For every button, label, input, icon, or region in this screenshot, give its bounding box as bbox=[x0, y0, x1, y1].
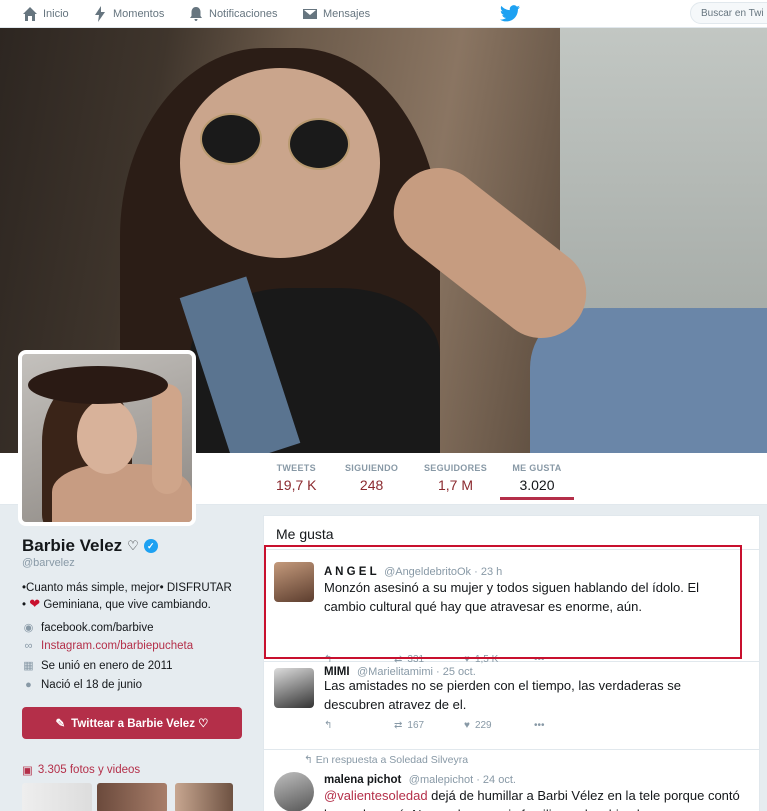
profile-location-text: facebook.com/barbive bbox=[41, 621, 154, 634]
bio-line-2: • ❤ Geminiana, que vive cambiando. bbox=[22, 596, 247, 613]
stat-likes-value: 3.020 bbox=[519, 477, 555, 493]
tweet-text: Las amistades no se pierden con el tiemp… bbox=[324, 678, 681, 712]
more-dots-icon: ••• bbox=[534, 720, 545, 731]
tweet-author-handle[interactable]: @malepichot · 24 oct. bbox=[409, 774, 516, 786]
tweet[interactable]: ↰ En respuesta a Soledad Silveyra malena… bbox=[264, 750, 759, 811]
profile-joined-text: Se unió en enero de 2011 bbox=[41, 659, 173, 672]
nav-messages[interactable]: Mensajes bbox=[302, 0, 370, 28]
bell-icon bbox=[190, 7, 202, 21]
nav-notifications[interactable]: Notificaciones bbox=[188, 0, 277, 28]
reply-context-text: En respuesta a Soledad Silveyra bbox=[315, 754, 469, 766]
tweet-mention[interactable]: @valientesoledad bbox=[324, 788, 428, 803]
profile-website-link[interactable]: Instagram.com/barbiepucheta bbox=[41, 640, 193, 652]
home-icon bbox=[23, 7, 37, 21]
stat-following[interactable]: SIGUIENDO 248 bbox=[345, 463, 398, 493]
search-input[interactable]: Buscar en Twi bbox=[690, 2, 767, 24]
nav-home-label: Inicio bbox=[43, 8, 69, 20]
reply-arrow-icon: ↰ bbox=[304, 754, 313, 766]
sunglasses-right-lens bbox=[288, 118, 350, 170]
stat-followers-label: SEGUIDORES bbox=[424, 463, 488, 473]
heart-icon: ♥ bbox=[464, 720, 470, 731]
stat-tweets-label: TWEETS bbox=[276, 463, 316, 473]
highlight-box bbox=[264, 545, 742, 659]
reply-button[interactable]: ↰ bbox=[324, 720, 394, 731]
avatar-hat bbox=[28, 366, 168, 404]
tweet-avatar[interactable] bbox=[274, 772, 314, 811]
bio-line-2-text: Geminiana, que vive cambiando. bbox=[40, 599, 211, 611]
photos-videos-label: 3.305 fotos y videos bbox=[37, 764, 141, 776]
compose-tweet-icon: ✎ bbox=[55, 718, 66, 730]
nav-messages-label: Mensajes bbox=[323, 8, 371, 20]
avatar-face bbox=[77, 399, 137, 474]
stat-followers-value: 1,7 M bbox=[438, 477, 474, 493]
profile-birthday-text: Nació el 18 de junio bbox=[41, 679, 143, 691]
header-photo-face bbox=[180, 68, 380, 258]
link-icon: ∞ bbox=[24, 640, 33, 652]
media-thumbnail[interactable] bbox=[97, 783, 167, 811]
tweet-to-button-label: Twittear a Barbie Velez ♡ bbox=[71, 718, 209, 730]
top-nav: Inicio Momentos Notificaciones Mensajes … bbox=[0, 0, 767, 28]
stat-likes-label: ME GUSTA bbox=[512, 463, 562, 473]
stat-tweets[interactable]: TWEETS 19,7 K bbox=[276, 463, 316, 493]
media-thumbnail[interactable] bbox=[22, 783, 92, 811]
heart-outline-icon: ♡ bbox=[127, 538, 139, 553]
profile-joined: ▦ Se unió en enero de 2011 bbox=[22, 659, 173, 673]
sunglasses-left-lens bbox=[200, 113, 262, 165]
tweet-text: @valientesoledad dejá de humillar a Barb… bbox=[324, 786, 744, 811]
profile-name-text[interactable]: Barbie Velez bbox=[22, 536, 122, 556]
nav-notifications-label: Notificaciones bbox=[209, 8, 278, 20]
tweet-author-name[interactable]: malena pichot bbox=[324, 774, 401, 786]
camera-icon: ▣ bbox=[22, 765, 33, 777]
calendar-icon: ▦ bbox=[23, 660, 34, 672]
nav-home[interactable]: Inicio bbox=[22, 0, 69, 28]
media-thumbnail[interactable] bbox=[175, 783, 233, 811]
profile-handle[interactable]: @barvelez bbox=[22, 557, 75, 569]
red-heart-icon: ❤ bbox=[29, 596, 41, 611]
profile-location: ◉ facebook.com/barbive bbox=[22, 621, 154, 635]
verified-badge-icon: ✓ bbox=[143, 539, 158, 553]
stat-likes[interactable]: ME GUSTA 3.020 bbox=[500, 463, 574, 500]
tweet-to-button[interactable]: ✎ Twittear a Barbie Velez ♡ bbox=[22, 707, 242, 739]
profile-birthday: ● Nació el 18 de junio bbox=[22, 679, 142, 691]
stat-following-label: SIGUIENDO bbox=[345, 463, 399, 473]
more-options-button[interactable]: ••• bbox=[534, 720, 604, 731]
nav-moments[interactable]: Momentos bbox=[92, 0, 164, 28]
profile-name: Barbie Velez ♡ ✓ bbox=[22, 536, 158, 556]
avatar-arm bbox=[152, 384, 182, 494]
retweet-count: 167 bbox=[407, 720, 425, 731]
lightning-icon bbox=[95, 6, 105, 22]
photos-videos-link[interactable]: ▣ 3.305 fotos y videos bbox=[22, 763, 140, 777]
like-button[interactable]: ♥ 229 bbox=[464, 720, 534, 731]
nav-moments-label: Momentos bbox=[113, 8, 165, 20]
envelope-icon bbox=[303, 9, 317, 19]
profile-bio: •Cuanto más simple, mejor• DISFRUTAR • ❤… bbox=[22, 580, 247, 613]
tweet-avatar[interactable] bbox=[274, 668, 314, 708]
tweet-actions: ↰ ⇄ 167 ♥ 229 ••• bbox=[324, 720, 604, 731]
balloon-icon: ● bbox=[25, 679, 32, 691]
reply-context[interactable]: ↰ En respuesta a Soledad Silveyra bbox=[304, 754, 468, 766]
stat-following-value: 248 bbox=[359, 477, 384, 493]
avatar[interactable] bbox=[18, 350, 196, 526]
retweet-icon: ⇄ bbox=[394, 720, 403, 731]
stat-followers[interactable]: SEGUIDORES 1,7 M bbox=[424, 463, 487, 493]
retweet-button[interactable]: ⇄ 167 bbox=[394, 720, 464, 731]
reply-icon: ↰ bbox=[324, 720, 333, 731]
profile-website: ∞ Instagram.com/barbiepucheta bbox=[22, 640, 194, 652]
bio-line-1: •Cuanto más simple, mejor• DISFRUTAR bbox=[22, 582, 232, 594]
location-pin-icon: ◉ bbox=[23, 622, 34, 634]
stat-tweets-value: 19,7 K bbox=[276, 477, 317, 493]
like-count: 229 bbox=[474, 720, 492, 731]
tweet[interactable]: MIMI @Marielitamimi · 25 oct. Las amista… bbox=[264, 662, 759, 750]
twitter-bird-icon[interactable] bbox=[500, 5, 520, 22]
